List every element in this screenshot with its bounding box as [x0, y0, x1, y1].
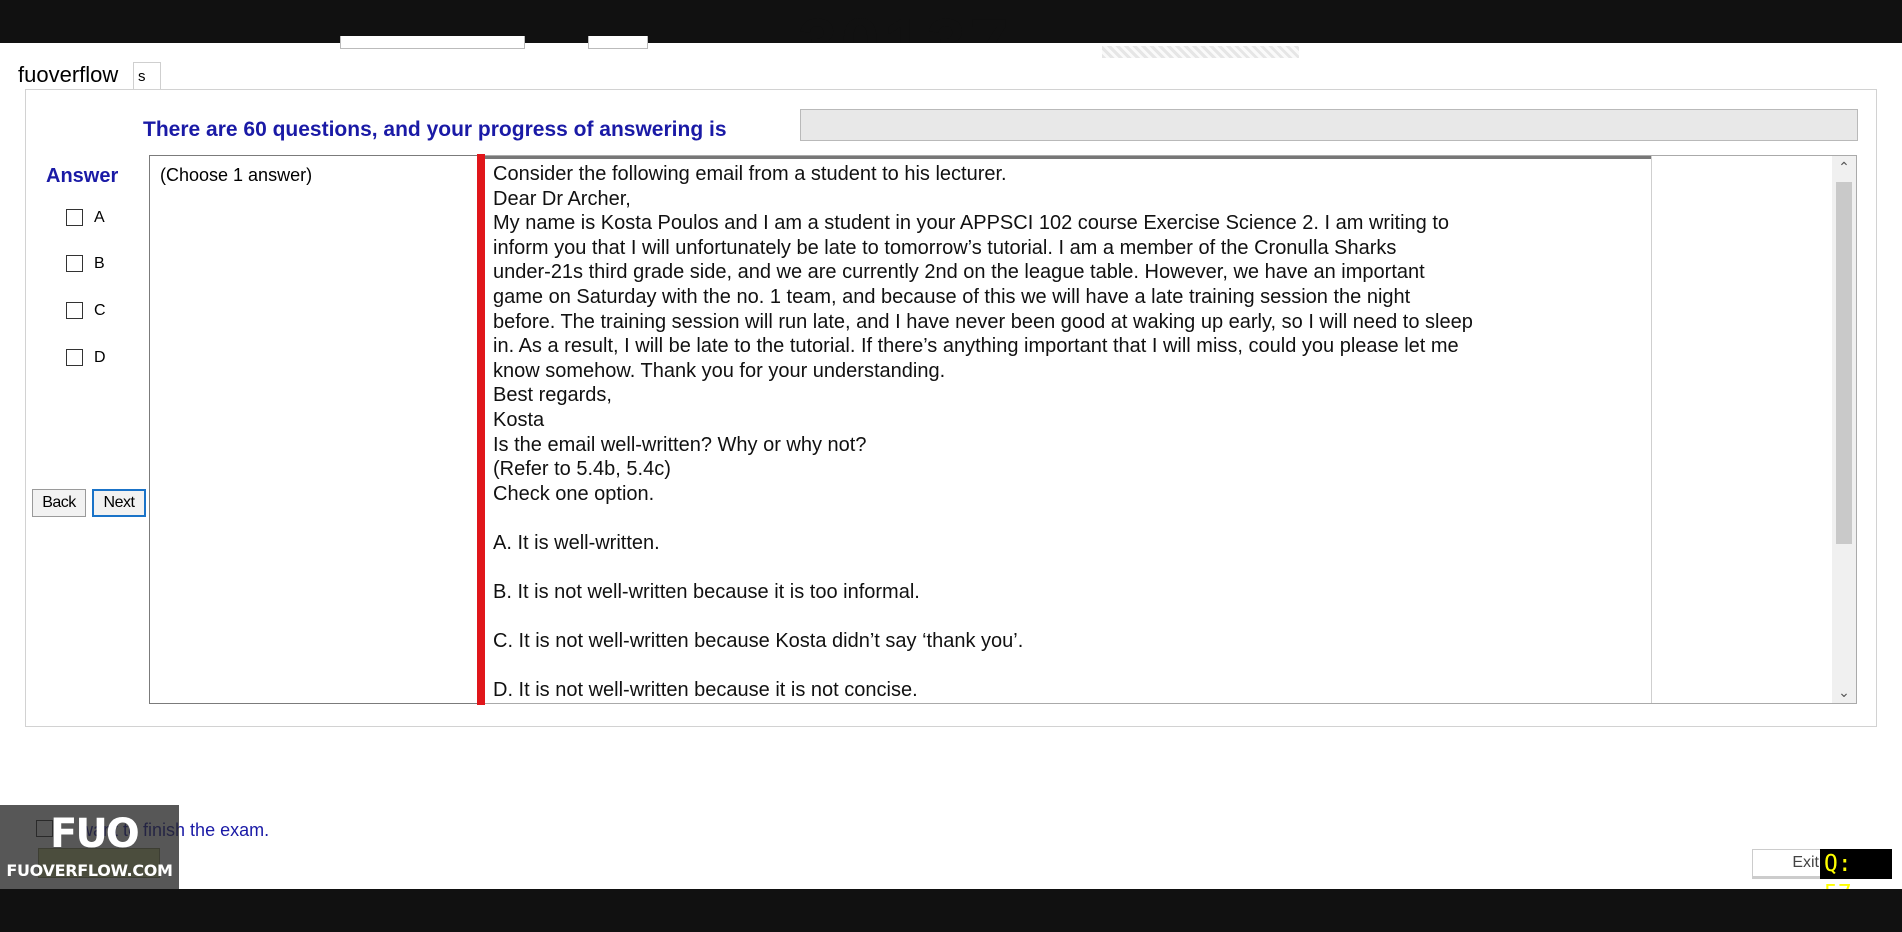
- question-number-badge: Q: 57: [1820, 849, 1892, 907]
- option-d-checkbox[interactable]: [66, 349, 83, 366]
- next-button[interactable]: Next: [92, 489, 146, 517]
- logo-text: FUOVERFLOW.COM: [6, 861, 173, 880]
- question-top-edge: [485, 156, 1651, 159]
- exam-code: 30137: [798, 4, 1013, 43]
- question-column-divider: [1651, 156, 1652, 703]
- choice-c-text: C. It is not well-written because Kosta …: [493, 630, 1024, 653]
- back-button[interactable]: Back: [32, 489, 86, 517]
- choose-hint: (Choose 1 answer): [160, 165, 313, 185]
- question-line: inform you that I will unfortunately be …: [493, 236, 1397, 259]
- question-line: Dear Dr Archer,: [493, 187, 631, 210]
- scrollbar-thumb[interactable]: [1836, 182, 1852, 544]
- option-b-checkbox[interactable]: [66, 255, 83, 272]
- option-b-label: B: [94, 255, 105, 272]
- question-text: Consider the following email from a stud…: [493, 162, 1643, 703]
- choose-hint-box: (Choose 1 answer): [149, 155, 477, 704]
- question-line: Kosta: [493, 408, 545, 431]
- progress-bar: [800, 109, 1858, 141]
- question-line: My name is Kosta Poulos and I am a stude…: [493, 212, 1450, 235]
- exit-button[interactable]: Exit: [1752, 849, 1822, 879]
- answer-title: Answer: [46, 165, 119, 187]
- top-pattern: [1102, 46, 1299, 58]
- question-box: Consider the following email from a stud…: [485, 155, 1857, 704]
- question-line: Best regards,: [493, 384, 612, 407]
- chevron-down-icon[interactable]: ⌄: [1832, 681, 1856, 703]
- tab-questions[interactable]: s: [133, 62, 161, 90]
- chevron-up-icon[interactable]: ⌃: [1832, 156, 1856, 178]
- question-line: under-21s third grade side, and we are c…: [493, 261, 1425, 284]
- option-a-checkbox[interactable]: [66, 209, 83, 226]
- top-field-right: [588, 36, 648, 49]
- top-black-bar: 30137: [0, 0, 1902, 43]
- red-divider: [477, 154, 485, 705]
- progress-label: There are 60 questions, and your progres…: [143, 118, 727, 141]
- option-c-checkbox[interactable]: [66, 302, 83, 319]
- question-line: Check one option.: [493, 482, 655, 505]
- question-line: Consider the following email from a stud…: [493, 163, 1007, 185]
- question-line: before. The training session will run la…: [493, 310, 1473, 333]
- question-line: Is the email well-written? Why or why no…: [493, 433, 867, 456]
- logo-mark: FUO: [50, 811, 140, 857]
- top-field-left: [340, 36, 525, 49]
- option-c-label: C: [94, 302, 106, 319]
- question-line: know somehow. Thank you for your underst…: [493, 359, 946, 382]
- question-scrollbar[interactable]: ⌃ ⌄: [1832, 156, 1856, 703]
- option-d-label: D: [94, 349, 106, 366]
- choice-b-text: B. It is not well-written because it is …: [493, 581, 920, 604]
- question-line: (Refer to 5.4b, 5.4c): [493, 458, 671, 481]
- bottom-black-bar: [0, 889, 1902, 932]
- watermark-label: fuoverflow: [18, 62, 119, 87]
- option-a-label: A: [94, 209, 105, 226]
- choice-a-text: A. It is well-written.: [493, 531, 660, 554]
- question-line: game on Saturday with the no. 1 team, an…: [493, 285, 1411, 308]
- question-line: in. As a result, I will be late to the t…: [493, 335, 1459, 358]
- fuoverflow-logo: FUO FUOVERFLOW.COM: [0, 805, 179, 889]
- choice-d-text: D. It is not well-written because it is …: [493, 679, 918, 702]
